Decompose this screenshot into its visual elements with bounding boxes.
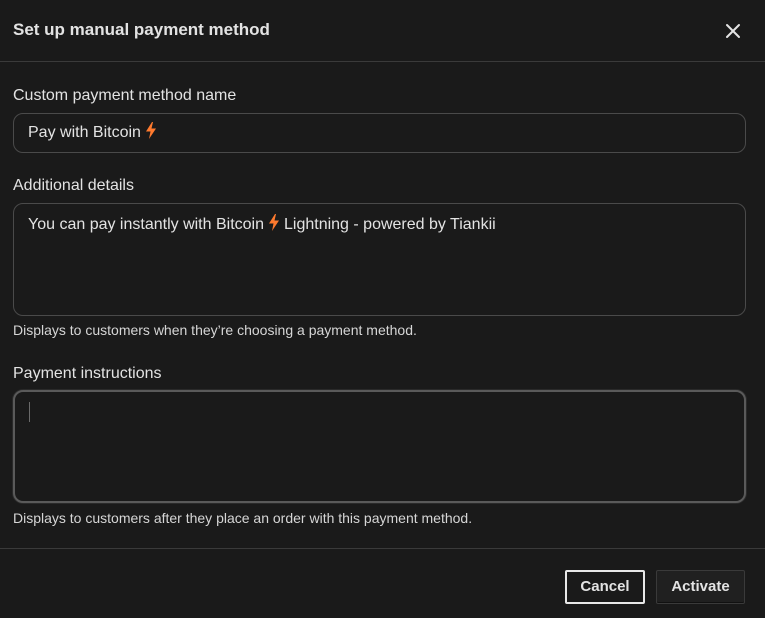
text-caret [29, 402, 30, 422]
cancel-button[interactable]: Cancel [565, 570, 645, 604]
payment-method-dialog: Set up manual payment method Custom paym… [0, 0, 765, 618]
close-icon [726, 24, 740, 38]
name-label: Custom payment method name [13, 87, 237, 104]
lightning-bolt-icon [269, 214, 279, 231]
dialog-footer: Cancel Activate [0, 548, 765, 618]
dialog-title: Set up manual payment method [13, 20, 270, 39]
payment-name-value: Pay with Bitcoin [28, 124, 141, 141]
instructions-help-text: Displays to customers after they place a… [13, 510, 473, 526]
activate-button[interactable]: Activate [656, 570, 745, 604]
lightning-bolt-icon [145, 122, 156, 139]
details-help-text: Displays to customers when they’re choos… [13, 322, 417, 338]
dialog-header: Set up manual payment method [0, 0, 765, 62]
details-label: Additional details [13, 177, 134, 194]
instructions-label: Payment instructions [13, 365, 162, 382]
payment-name-input[interactable]: Pay with Bitcoin [13, 113, 746, 153]
additional-details-textarea[interactable]: You can pay instantly with Bitcoin Light… [13, 203, 746, 316]
details-value-end: Lightning - powered by Tiankii [284, 216, 496, 233]
payment-instructions-textarea[interactable] [13, 390, 746, 503]
details-value-start: You can pay instantly with Bitcoin [28, 216, 264, 233]
close-button[interactable] [722, 20, 744, 42]
